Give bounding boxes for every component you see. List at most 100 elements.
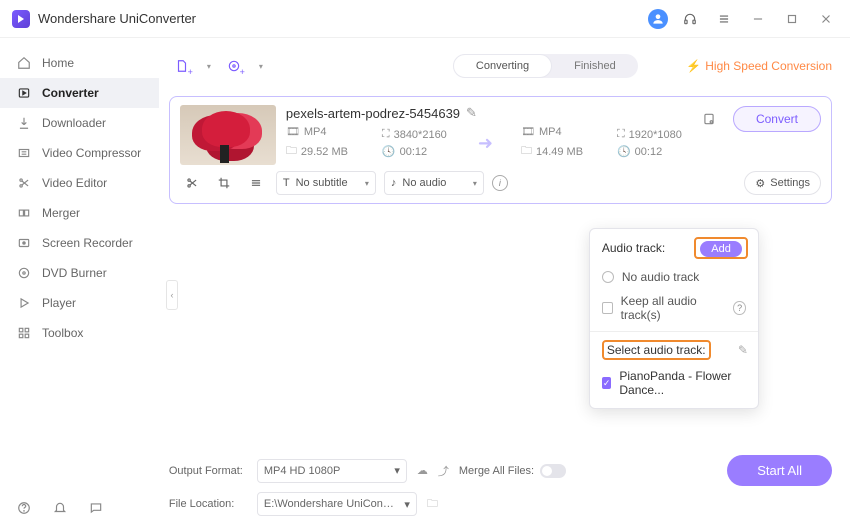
rename-icon[interactable]: ✎: [466, 105, 477, 121]
sidebar-item-converter[interactable]: Converter: [0, 78, 159, 108]
help-icon[interactable]: ?: [733, 301, 746, 315]
chevron-down-icon: ▾: [365, 179, 369, 188]
track-name: PianoPanda - Flower Dance...: [619, 369, 746, 397]
output-settings-icon[interactable]: [695, 105, 723, 133]
output-format-value: MP4 HD 1080P: [264, 465, 340, 477]
audio-select[interactable]: ♪No audio▾: [384, 171, 484, 195]
sidebar-item-label: DVD Burner: [42, 266, 107, 280]
close-button[interactable]: [814, 7, 838, 31]
add-audio-button[interactable]: Add: [700, 241, 742, 257]
tab-finished[interactable]: Finished: [552, 54, 638, 78]
sidebar-item-merger[interactable]: Merger: [0, 198, 159, 228]
audio-track-popup: Audio track: Add No audio track Keep all…: [589, 228, 759, 409]
download-icon: [16, 116, 32, 130]
feedback-icon[interactable]: [86, 498, 106, 518]
sidebar-item-compressor[interactable]: Video Compressor: [0, 138, 159, 168]
clock-icon: 🕓: [382, 145, 396, 158]
chevron-down-icon[interactable]: ▾: [259, 62, 263, 71]
select-track-header: Select audio track:: [607, 343, 706, 357]
sidebar-item-recorder[interactable]: Screen Recorder: [0, 228, 159, 258]
output-format-select[interactable]: MP4 HD 1080P ▾: [257, 459, 407, 483]
user-badge-icon[interactable]: [648, 9, 668, 29]
sidebar-item-label: Merger: [42, 206, 80, 220]
edit-icon[interactable]: ✎: [738, 343, 748, 357]
subtitle-select[interactable]: TNo subtitle▾: [276, 171, 376, 195]
arrow-right-icon: ➜: [478, 133, 493, 154]
add-folder-button[interactable]: +: [221, 53, 247, 79]
no-audio-option[interactable]: No audio track: [590, 265, 758, 289]
radio-icon: [602, 271, 614, 283]
chevron-down-icon: ▾: [404, 498, 410, 511]
storage-icon: 🗀: [286, 142, 297, 161]
file-location-select[interactable]: E:\Wondershare UniConverter▾: [257, 492, 417, 516]
scissors-icon: [16, 176, 32, 190]
output-format-label: Output Format:: [169, 465, 247, 477]
record-icon: [16, 236, 32, 250]
resolution-icon: ⛶: [382, 128, 390, 141]
sidebar-item-label: Home: [42, 56, 74, 70]
gear-icon: ⚙: [755, 177, 765, 190]
input-resolution: 3840*2160: [394, 129, 447, 141]
sidebar-item-label: Video Compressor: [42, 146, 141, 160]
app-title: Wondershare UniConverter: [38, 11, 196, 26]
sidebar-item-label: Screen Recorder: [42, 236, 133, 250]
share-icon[interactable]: ⤴: [438, 463, 449, 479]
audio-icon: ♪: [391, 177, 397, 189]
open-folder-icon[interactable]: 🗀: [427, 495, 438, 514]
headset-icon[interactable]: [678, 7, 702, 31]
checkbox-checked-icon: ✓: [602, 377, 611, 389]
add-file-button[interactable]: +: [169, 53, 195, 79]
sidebar-item-home[interactable]: Home: [0, 48, 159, 78]
divider: [590, 331, 758, 332]
video-thumbnail[interactable]: [180, 105, 276, 165]
maximize-button[interactable]: [780, 7, 804, 31]
output-size: 14.49 MB: [536, 146, 583, 158]
clock-icon: 🕓: [617, 145, 631, 158]
checkbox-icon: [602, 302, 613, 314]
merge-toggle[interactable]: [540, 464, 566, 478]
highspeed-toggle[interactable]: ⚡High Speed Conversion: [686, 59, 832, 73]
sidebar-item-downloader[interactable]: Downloader: [0, 108, 159, 138]
plus-icon: +: [240, 67, 245, 77]
input-size: 29.52 MB: [301, 146, 348, 158]
file-card: pexels-artem-podrez-5454639✎ 🎞MP4 🗀29.52…: [169, 96, 832, 204]
input-duration: 00:12: [400, 146, 428, 158]
more-icon[interactable]: [244, 171, 268, 195]
menu-icon[interactable]: [712, 7, 736, 31]
storage-icon: 🗀: [521, 142, 532, 161]
sidebar-item-editor[interactable]: Video Editor: [0, 168, 159, 198]
cloud-icon[interactable]: ☁: [417, 464, 428, 477]
output-duration: 00:12: [635, 146, 663, 158]
sidebar-item-label: Converter: [42, 86, 99, 100]
sidebar-item-player[interactable]: Player: [0, 288, 159, 318]
minimize-button[interactable]: [746, 7, 770, 31]
trim-icon[interactable]: [180, 171, 204, 195]
chevron-down-icon: ▾: [394, 464, 400, 477]
resolution-icon: ⛶: [617, 128, 625, 141]
file-location-label: File Location:: [169, 498, 247, 510]
keep-all-label: Keep all audio track(s): [621, 294, 726, 322]
help-icon[interactable]: [14, 498, 34, 518]
chevron-down-icon[interactable]: ▾: [207, 62, 211, 71]
subtitle-value: No subtitle: [296, 177, 348, 189]
sidebar-item-toolbox[interactable]: Toolbox: [0, 318, 159, 348]
tab-converting[interactable]: Converting: [453, 54, 552, 78]
settings-label: Settings: [770, 177, 810, 189]
sidebar-item-dvd[interactable]: DVD Burner: [0, 258, 159, 288]
notification-icon[interactable]: [50, 498, 70, 518]
no-audio-label: No audio track: [622, 270, 699, 284]
film-icon: 🎞: [286, 125, 300, 138]
audio-track-item[interactable]: ✓ PianoPanda - Flower Dance...: [590, 364, 758, 402]
compress-icon: [16, 146, 32, 160]
home-icon: [16, 56, 32, 70]
merge-label: Merge All Files:: [459, 465, 534, 477]
start-all-button[interactable]: Start All: [727, 455, 832, 486]
disc-icon: [16, 266, 32, 280]
popup-title: Audio track:: [602, 241, 665, 255]
info-icon[interactable]: i: [492, 175, 508, 191]
keep-all-option[interactable]: Keep all audio track(s)?: [590, 289, 758, 327]
convert-button[interactable]: Convert: [733, 106, 821, 132]
settings-button[interactable]: ⚙ Settings: [744, 171, 821, 195]
crop-icon[interactable]: [212, 171, 236, 195]
converter-icon: [16, 86, 32, 100]
